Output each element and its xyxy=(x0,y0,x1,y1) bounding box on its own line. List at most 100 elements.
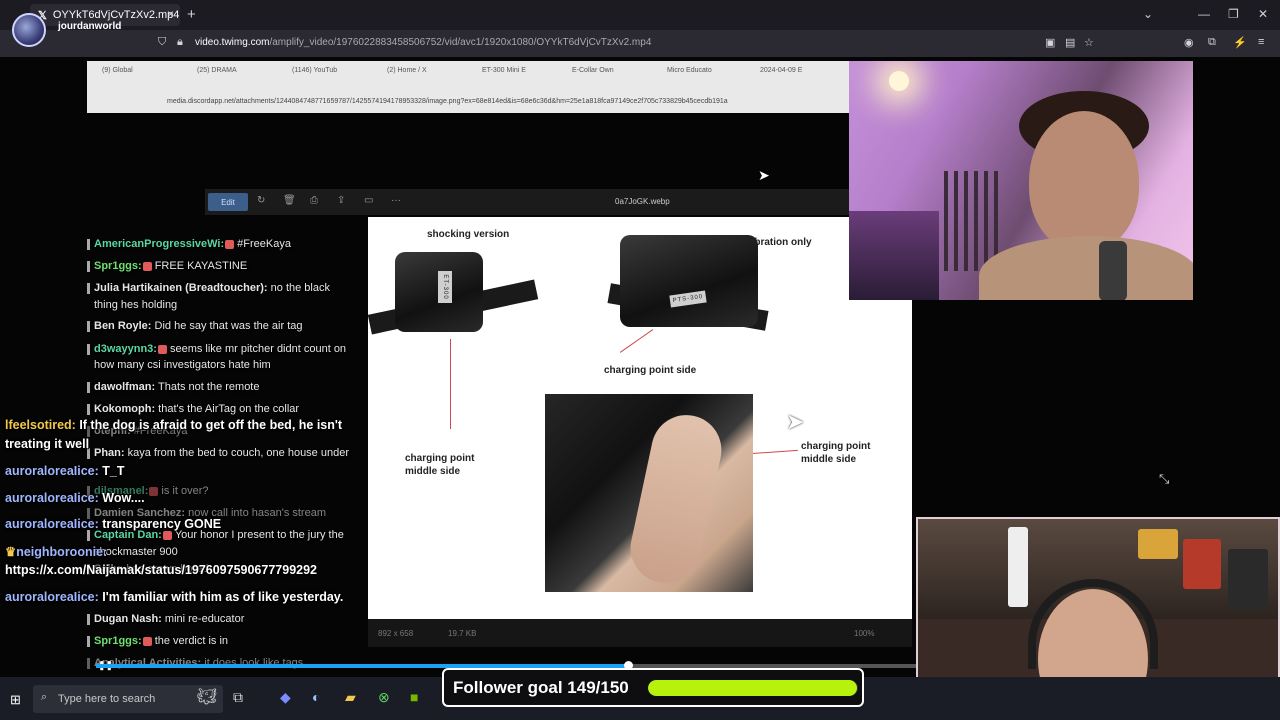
chat-message: dawolfman: Thats not the remote xyxy=(87,381,259,393)
image-filename: 0a7JoGK.webp xyxy=(615,197,670,206)
chat-username: Spr1ggs: xyxy=(94,635,142,647)
sub-badge-icon xyxy=(162,530,172,540)
chat-message: Phan: kaya from the bed to couch, one ho… xyxy=(87,447,349,459)
chat-line-marker xyxy=(87,260,90,272)
chat-message: Julia Hartikainen (Breadtoucher): no the… xyxy=(87,282,330,294)
taskbar-search-box[interactable]: ⌕ Type here to search 🐙︎ xyxy=(33,685,223,713)
chat-line-marker xyxy=(87,343,90,355)
fullscreen-toggle-icon[interactable]: ⤡ xyxy=(1159,471,1169,487)
zoom-level: 100% xyxy=(854,629,875,638)
overlay-chat-message: https://x.com/Naijamak/status/1976097590… xyxy=(5,563,317,577)
overlay-chat-message: ♛neighboroonie: xyxy=(5,544,107,559)
xbox-icon[interactable]: ⊗ xyxy=(378,689,390,706)
extensions-icon[interactable]: ⧉ xyxy=(1208,36,1216,49)
new-tab-button[interactable]: + xyxy=(187,6,196,23)
chat-text: Did he say that was the air tag xyxy=(154,320,303,332)
account-icon[interactable]: ◉ xyxy=(1184,36,1194,49)
search-icon: ⌕ xyxy=(41,691,48,703)
minimize-button[interactable]: — xyxy=(1198,7,1210,21)
lamp xyxy=(889,71,909,91)
url-field[interactable]: video.twimg.com/amplify_video/1976022883… xyxy=(195,37,651,48)
more-icon: ··· xyxy=(391,195,401,206)
overlay-chat-username: auroraloreaIice: xyxy=(5,464,103,478)
steam-icon[interactable]: ◐ xyxy=(312,689,320,705)
chat-username: dawolfman: xyxy=(94,381,156,393)
overlay-chat-text: T_T xyxy=(102,464,125,478)
collar-device-vibration: PTS-300 xyxy=(620,235,758,327)
overlay-chat-text: treating it well xyxy=(5,437,90,451)
chat-message: Spr1ggs: FREE KAYASTINE xyxy=(87,260,247,272)
overlay-chat-username: neighboroonie: xyxy=(16,545,108,559)
channel-name: jourdanworld xyxy=(58,20,122,32)
overlay-chat-message: auroraloreaIice: T_T xyxy=(5,464,125,478)
overlay-chat-username: auroraloreaIice: xyxy=(5,590,103,604)
chat-text: mini re-educator xyxy=(164,613,245,625)
chat-line-marker xyxy=(87,238,90,250)
chat-username: AmericanProgressiveWi: xyxy=(94,238,225,250)
collectible xyxy=(1138,529,1178,559)
overlay-chat-message: treating it well xyxy=(5,437,89,451)
mouse-cursor-icon: ➤ xyxy=(758,167,770,183)
inner-tab: (25) DRAMA xyxy=(197,67,237,74)
overlay-chat-message: lfeelsotired: If the dog is afraid to ge… xyxy=(5,418,342,432)
sub-badge-icon xyxy=(149,486,159,496)
background-shelf xyxy=(849,211,939,300)
share-icon: ⇪ xyxy=(337,195,346,206)
windows-start-icon[interactable]: ⊞ xyxy=(10,692,21,708)
delete-icon: 🗑︎ xyxy=(283,195,296,206)
label-shocking-version: shocking version xyxy=(427,229,510,240)
chat-text: thing hes holding xyxy=(94,299,178,311)
inner-tab: ET-300 Mini E xyxy=(482,67,526,74)
menu-icon[interactable]: ≡ xyxy=(1258,36,1264,48)
face xyxy=(1029,111,1139,251)
chat-message: Spr1ggs: the verdict is in xyxy=(87,635,228,647)
inner-tab: E-Collar Own xyxy=(572,67,614,74)
overlay-chat-message: auroraloreaIice: Wow.... xyxy=(5,491,145,505)
chat-text: Thats not the remote xyxy=(157,381,260,393)
chat-username: Phan: xyxy=(94,447,125,459)
overlay-chat-text: If the dog is afraid to get off the bed,… xyxy=(79,418,343,432)
reader-icon[interactable]: ▤ xyxy=(1065,36,1075,49)
shield-icon[interactable]: ⛉ xyxy=(158,36,166,49)
octopus-icon: 🐙︎ xyxy=(196,689,217,706)
chat-line-marker xyxy=(87,381,90,393)
channel-avatar xyxy=(12,13,46,47)
chat-username: d3wayynn3: xyxy=(94,343,157,355)
sub-badge-icon xyxy=(157,344,167,354)
image-dimensions: 892 x 658 xyxy=(378,629,414,638)
file-explorer-icon[interactable]: ▰ xyxy=(345,689,356,706)
chat-text: seems like mr pitcher didnt count on xyxy=(169,343,347,355)
inner-tab: (9) Global xyxy=(102,67,133,74)
microphone xyxy=(1099,241,1127,300)
finger xyxy=(624,408,728,590)
nvidia-icon[interactable]: ■ xyxy=(410,689,418,705)
bookmark-star-icon[interactable]: ☆ xyxy=(1084,36,1094,49)
follower-goal-fill xyxy=(648,680,857,696)
inner-tab: (2) Home / X xyxy=(387,67,427,74)
overlay-chat-text: Wow.... xyxy=(102,491,145,505)
copilot-icon[interactable]: ◆ xyxy=(280,689,291,706)
chat-message: AmericanProgressiveWi: #FreeKaya xyxy=(87,238,291,250)
chat-text: FREE KAYASTINE xyxy=(154,260,248,272)
tab-close-button[interactable]: × xyxy=(167,7,174,21)
label-charging-middle-right: charging point middle side xyxy=(801,441,871,465)
window-close-button[interactable]: ✕ xyxy=(1258,7,1268,21)
task-view-icon[interactable]: ⧉ xyxy=(233,689,243,706)
picture-in-picture-icon[interactable]: ▣ xyxy=(1045,36,1055,49)
channel-badge: jourdanworld xyxy=(12,13,121,47)
chat-message: Dugan Nash: mini re-educator xyxy=(87,613,244,625)
sub-badge-icon xyxy=(142,636,152,646)
follower-goal-widget: Follower goal 149/150 xyxy=(442,668,864,707)
mouse-cursor-icon: ➤ xyxy=(786,409,805,434)
image-viewer-toolbar: Edit ↻ 🗑︎ ⎙ ⇪ ▭ ··· 0a7JoGK.webp xyxy=(205,189,850,215)
pointer-line xyxy=(619,329,654,353)
maximize-button[interactable]: ❐ xyxy=(1228,7,1239,21)
overlay-chat-message: auroraloreaIice: transparency GONE xyxy=(5,517,221,531)
extension-icon[interactable]: ⚡ xyxy=(1233,36,1247,49)
chat-line-marker xyxy=(87,635,90,647)
chat-line-marker xyxy=(87,282,90,294)
chat-message: Ben Royle: Did he say that was the air t… xyxy=(87,320,303,332)
inner-tab: 2024-04-09 E xyxy=(760,67,803,74)
tab-list-dropdown-icon[interactable]: ⌄ xyxy=(1143,7,1153,21)
lock-icon[interactable]: 🔒︎ xyxy=(177,36,183,49)
